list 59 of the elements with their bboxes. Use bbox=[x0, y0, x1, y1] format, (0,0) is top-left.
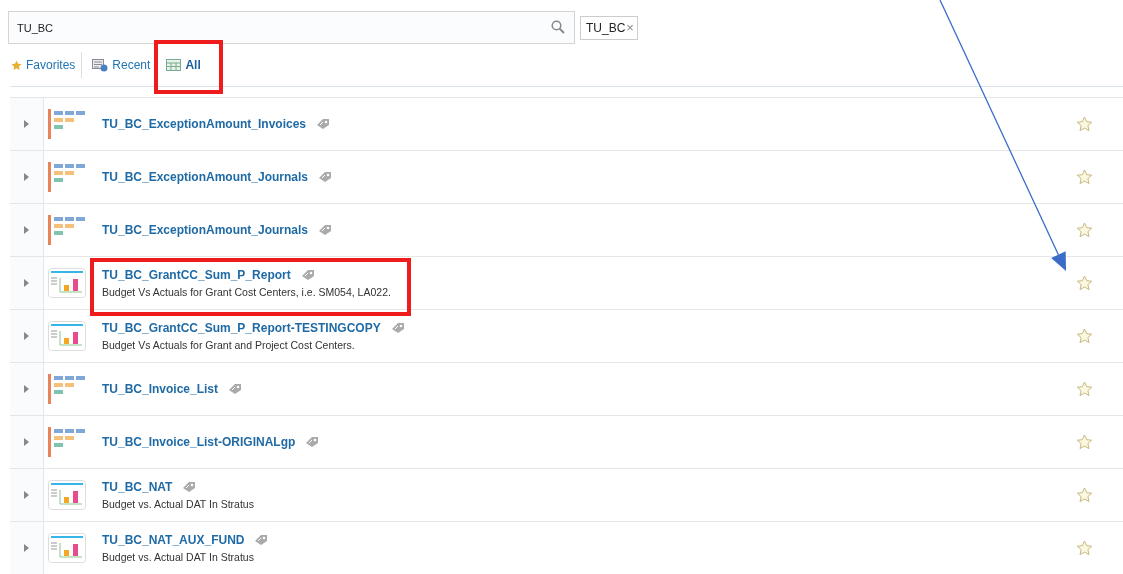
list-report-icon bbox=[48, 109, 86, 139]
search-field[interactable]: TU_BC bbox=[8, 11, 575, 44]
expand-icon[interactable] bbox=[24, 173, 29, 181]
report-link[interactable]: TU_BC_GrantCC_Sum_P_Report bbox=[102, 268, 291, 282]
favorite-star-icon[interactable] bbox=[1076, 540, 1093, 556]
tag-icon bbox=[182, 481, 197, 493]
list-clock-icon bbox=[92, 58, 109, 72]
expand-icon[interactable] bbox=[24, 120, 29, 128]
report-link[interactable]: TU_BC_ExceptionAmount_Invoices bbox=[102, 117, 307, 131]
favorite-star-icon[interactable] bbox=[1076, 434, 1093, 450]
report-description: Budget vs. Actual DAT In Stratus bbox=[102, 498, 254, 510]
tag-icon bbox=[390, 322, 405, 334]
tab[interactable]: Recent bbox=[92, 52, 157, 78]
tab[interactable]: All bbox=[166, 52, 207, 78]
search-icon[interactable] bbox=[551, 20, 565, 34]
tag-icon bbox=[254, 534, 269, 546]
tag-icon bbox=[318, 224, 333, 236]
table-icon bbox=[166, 59, 182, 71]
expand-icon[interactable] bbox=[24, 226, 29, 234]
tag-icon bbox=[228, 383, 243, 395]
tag-icon bbox=[300, 269, 315, 281]
filter-chip[interactable]: TU_BC× bbox=[580, 15, 638, 40]
report-description: Budget Vs Actuals for Grant Cost Centers, i.e. SM054, LA022. bbox=[102, 286, 391, 298]
tag-icon bbox=[305, 436, 320, 448]
tab[interactable]: Favorites bbox=[11, 52, 83, 78]
report-link[interactable]: TU_BC_Invoice_List-ORIGINALgp bbox=[102, 435, 296, 449]
favorite-star-icon[interactable] bbox=[1076, 169, 1093, 185]
list-report-icon bbox=[48, 374, 86, 404]
chart-report-icon bbox=[48, 480, 86, 510]
expand-icon[interactable] bbox=[24, 438, 29, 446]
report-link[interactable]: TU_BC_NAT bbox=[102, 480, 173, 494]
expand-icon[interactable] bbox=[24, 491, 29, 499]
favorite-star-icon[interactable] bbox=[1076, 275, 1093, 291]
report-link[interactable]: TU_BC_NAT_AUX_FUND bbox=[102, 533, 245, 547]
report-description: Budget Vs Actuals for Grant and Project Cost Centers. bbox=[102, 339, 356, 351]
report-description: Budget vs. Actual DAT In Stratus bbox=[102, 551, 255, 563]
remove-icon[interactable]: × bbox=[626, 20, 634, 35]
report-link[interactable]: TU_BC_Invoice_List bbox=[102, 382, 219, 396]
favorite-star-icon[interactable] bbox=[1076, 222, 1093, 238]
tag-icon bbox=[318, 171, 333, 183]
list-report-icon bbox=[48, 427, 86, 457]
favorite-star-icon[interactable] bbox=[1076, 487, 1093, 503]
expand-icon[interactable] bbox=[24, 332, 29, 340]
star-icon bbox=[11, 59, 22, 71]
report-link[interactable]: TU_BC_ExceptionAmount_Journals bbox=[102, 223, 309, 237]
favorite-star-icon[interactable] bbox=[1076, 381, 1093, 397]
chart-report-icon bbox=[48, 268, 86, 298]
tag-icon bbox=[316, 118, 331, 130]
report-link[interactable]: TU_BC_ExceptionAmount_Journals bbox=[102, 170, 309, 184]
report-link[interactable]: TU_BC_GrantCC_Sum_P_Report-TESTINGCOPY bbox=[102, 321, 381, 335]
expand-icon[interactable] bbox=[24, 385, 29, 393]
list-report-icon bbox=[48, 162, 86, 192]
expand-icon[interactable] bbox=[24, 544, 29, 552]
chart-report-icon bbox=[48, 321, 86, 351]
chart-report-icon bbox=[48, 533, 86, 563]
favorite-star-icon[interactable] bbox=[1076, 116, 1093, 132]
favorite-star-icon[interactable] bbox=[1076, 328, 1093, 344]
list-report-icon bbox=[48, 215, 86, 245]
expand-icon[interactable] bbox=[24, 279, 29, 287]
